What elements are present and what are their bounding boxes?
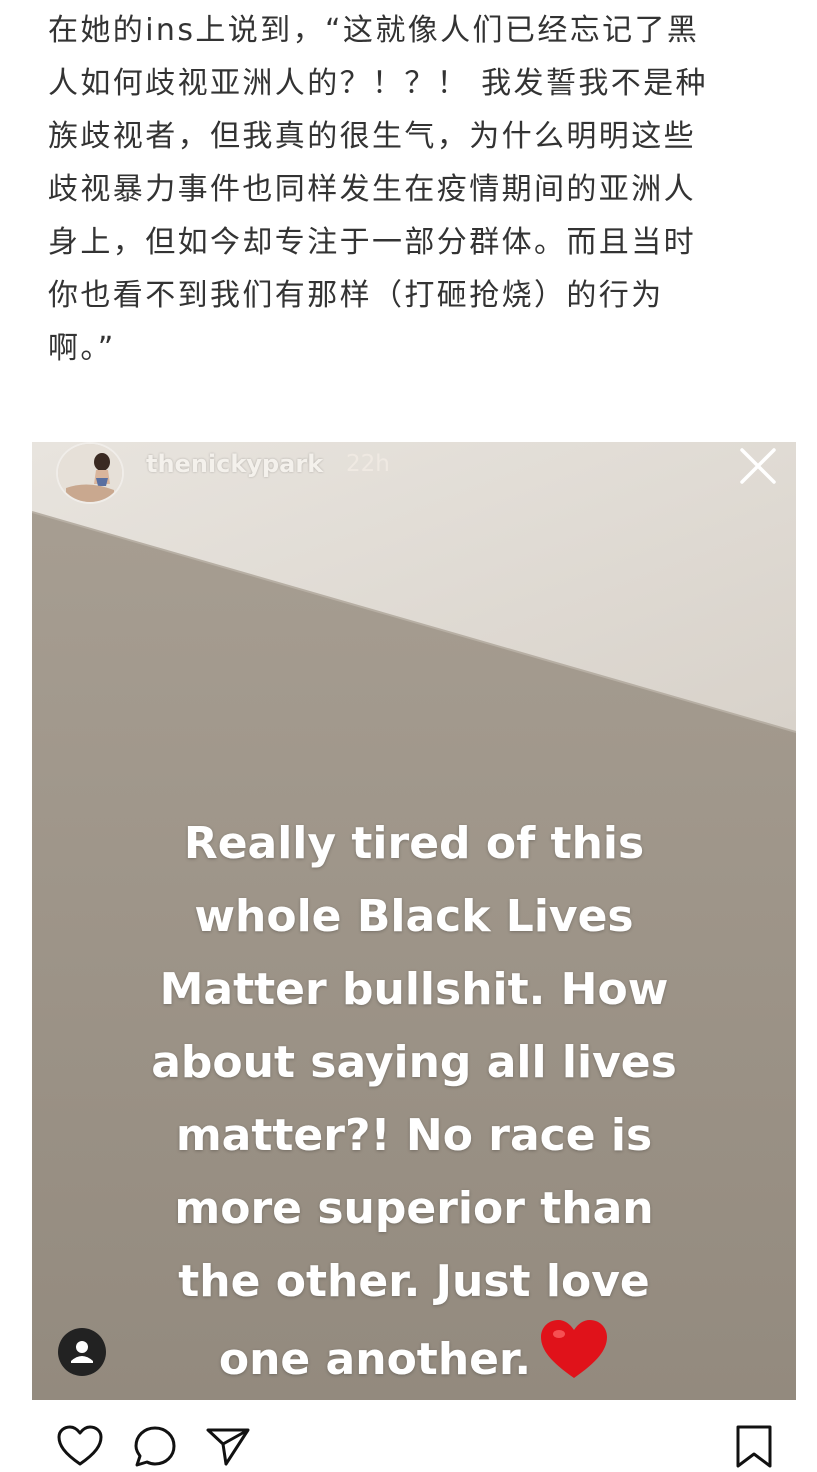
post-action-bar [0, 1410, 817, 1469]
share-icon[interactable] [204, 1424, 252, 1468]
article-line: 你也看不到我们有那样（打砸抢烧）的行为 [48, 278, 664, 313]
article-line: 在她的ins上说到，“这就像人们已经忘记了黑 [48, 13, 700, 48]
caption-line: one another. [218, 1334, 532, 1385]
story-timestamp: 22h [346, 451, 390, 477]
close-icon[interactable] [738, 446, 778, 486]
article-line: 人如何歧视亚洲人的？！？！ 我发誓我不是种 [48, 66, 708, 101]
bookmark-icon[interactable] [730, 1424, 778, 1468]
story-header: thenickypark 22h [32, 442, 796, 506]
caption-line: whole Black Lives [194, 891, 634, 942]
comment-icon[interactable] [131, 1424, 179, 1468]
story-caption: Really tired of this whole Black Lives M… [32, 807, 796, 1396]
caption-line: Matter bullshit. How [159, 964, 669, 1015]
heart-icon [541, 1320, 608, 1378]
caption-last-line: one another. [32, 1318, 796, 1396]
article-paragraph: 在她的ins上说到，“这就像人们已经忘记了黑 人如何歧视亚洲人的？！？！ 我发誓… [48, 4, 788, 375]
caption-line: matter?! No race is [175, 1110, 653, 1161]
instagram-story: thenickypark 22h Really tired of this wh… [32, 442, 796, 1400]
article-line: 身上，但如今却专注于一部分群体。而且当时 [48, 225, 696, 260]
caption-line: more superior than [174, 1183, 654, 1234]
caption-line: about saying all lives [151, 1037, 677, 1088]
article-line: 族歧视者，但我真的很生气，为什么明明这些 [48, 119, 696, 154]
heart-outline-icon[interactable] [56, 1424, 104, 1468]
article-line: 啊。” [48, 331, 116, 366]
caption-line: the other. Just love [178, 1256, 650, 1307]
article-line: 歧视暴力事件也同样发生在疫情期间的亚洲人 [48, 172, 696, 207]
story-username[interactable]: thenickypark [146, 450, 323, 478]
caption-line: Really tired of this [183, 818, 645, 869]
avatar[interactable] [56, 442, 124, 504]
profile-icon[interactable] [58, 1328, 106, 1376]
